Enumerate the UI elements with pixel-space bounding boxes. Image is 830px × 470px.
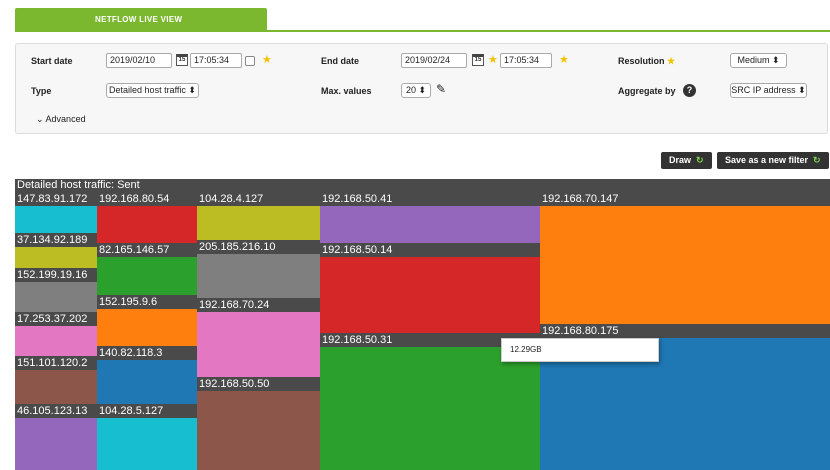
save-filter-button-label: Save as a new filter [725, 155, 809, 165]
treemap-label: 151.101.120.2 [15, 356, 97, 370]
resolution-label: Resolution ★ [618, 56, 675, 67]
treemap-label: 104.28.4.127 [197, 192, 320, 206]
treemap-cell[interactable] [540, 206, 830, 324]
refresh-icon: ↻ [813, 155, 821, 165]
select-arrows-icon: ⬍ [418, 85, 427, 95]
treemap-cell[interactable] [320, 257, 540, 333]
treemap-label: 192.168.80.175 [540, 324, 830, 338]
type-label: Type [31, 86, 52, 96]
help-icon[interactable]: ? [683, 84, 696, 97]
treemap-label: 37.134.92.189 [15, 233, 97, 247]
type-select[interactable]: Detailed host traffic ⬍ [106, 83, 199, 98]
treemap-label: 192.168.50.41 [320, 192, 540, 206]
treemap-label: 192.168.50.50 [197, 377, 320, 391]
start-checkbox[interactable] [245, 56, 255, 66]
calendar-icon[interactable]: 15 [176, 54, 188, 66]
treemap-cell[interactable] [15, 418, 97, 470]
treemap-label: 46.105.123.13 [15, 404, 97, 418]
treemap-cell[interactable] [97, 360, 197, 404]
treemap-label: 192.168.70.147 [540, 192, 830, 206]
treemap-label: 205.185.216.10 [197, 240, 320, 254]
start-date-label: Start date [31, 56, 73, 66]
start-date-input[interactable]: 2019/02/10 [106, 53, 172, 68]
select-arrows-icon: ⬍ [188, 85, 196, 95]
treemap-label: 192.168.50.14 [320, 243, 540, 257]
treemap-cell[interactable] [97, 206, 197, 243]
treemap-label: 152.199.19.16 [15, 268, 97, 282]
star-icon: ★ [667, 56, 676, 66]
treemap-label: 192.168.80.54 [97, 192, 197, 206]
tab-bar: NETFLOW LIVE VIEW [15, 8, 830, 32]
star-icon[interactable]: ★ [262, 55, 272, 66]
resolution-select[interactable]: Medium ⬍ [730, 53, 787, 68]
treemap-cell[interactable] [197, 206, 320, 240]
treemap-cell[interactable] [15, 206, 97, 233]
draw-button[interactable]: Draw ↻ [661, 152, 712, 169]
save-as-new-filter-button[interactable]: Save as a new filter ↻ [717, 152, 829, 169]
refresh-icon: ↻ [696, 155, 704, 165]
advanced-toggle[interactable]: ⌄ Advanced [36, 114, 86, 125]
treemap-title: Detailed host traffic: Sent [17, 179, 140, 191]
treemap-cell[interactable] [197, 391, 320, 470]
treemap-cell[interactable] [97, 257, 197, 295]
treemap-cell[interactable] [15, 282, 97, 312]
max-values-label: Max. values [321, 86, 372, 96]
treemap-label: 192.168.70.24 [197, 298, 320, 312]
max-values-select-value: 20 [405, 85, 416, 95]
treemap-label: 140.82.118.3 [97, 346, 197, 360]
treemap-cell[interactable] [320, 206, 540, 243]
treemap-cell[interactable] [197, 312, 320, 377]
treemap-label: 104.28.5.127 [97, 404, 197, 418]
treemap-label: 17.253.37.202 [15, 312, 97, 326]
end-time-input[interactable]: 17:05:34 [500, 53, 552, 68]
draw-button-label: Draw [669, 155, 692, 165]
aggregate-by-select[interactable]: SRC IP address ⬍ [730, 83, 807, 98]
type-select-value: Detailed host traffic [109, 85, 186, 95]
pencil-icon[interactable]: ✎ [436, 83, 446, 95]
end-date-label: End date [321, 56, 360, 66]
treemap-label: 82.165.146.57 [97, 243, 197, 257]
resolution-select-value: Medium [737, 55, 770, 65]
treemap-cell[interactable] [97, 418, 197, 470]
aggregate-by-label: Aggregate by [618, 86, 676, 96]
advanced-label: Advanced [45, 114, 86, 124]
chevron-down-icon: ⌄ [36, 114, 44, 124]
treemap: Detailed host traffic: Sent 147.83.91.17… [15, 179, 830, 470]
max-values-select[interactable]: 20 ⬍ [401, 83, 431, 98]
end-date-input[interactable]: 2019/02/24 [401, 53, 467, 68]
treemap-cell[interactable] [97, 309, 197, 346]
treemap-label: 152.195.9.6 [97, 295, 197, 309]
treemap-cell[interactable] [15, 370, 97, 404]
calendar-icon[interactable]: 15 [472, 54, 484, 66]
filter-form: Start date 2019/02/10 15 17:05:34 ★ End … [15, 43, 828, 134]
star-icon[interactable]: ★ [488, 55, 498, 66]
resolution-label-text: Resolution [618, 56, 665, 66]
treemap-tooltip: 12.29GB [501, 338, 659, 362]
treemap-label: 147.83.91.172 [15, 192, 97, 206]
aggregate-by-select-value: SRC IP address [731, 85, 796, 95]
treemap-cell[interactable] [15, 326, 97, 356]
treemap-cell[interactable] [15, 247, 97, 268]
start-time-input[interactable]: 17:05:34 [190, 53, 242, 68]
treemap-cell[interactable] [197, 254, 320, 298]
tab-netflow-live-view[interactable]: NETFLOW LIVE VIEW [15, 8, 267, 32]
select-arrows-icon: ⬍ [771, 55, 780, 65]
select-arrows-icon: ⬍ [798, 85, 806, 95]
star-icon[interactable]: ★ [559, 55, 569, 66]
treemap-cell[interactable] [320, 347, 540, 470]
